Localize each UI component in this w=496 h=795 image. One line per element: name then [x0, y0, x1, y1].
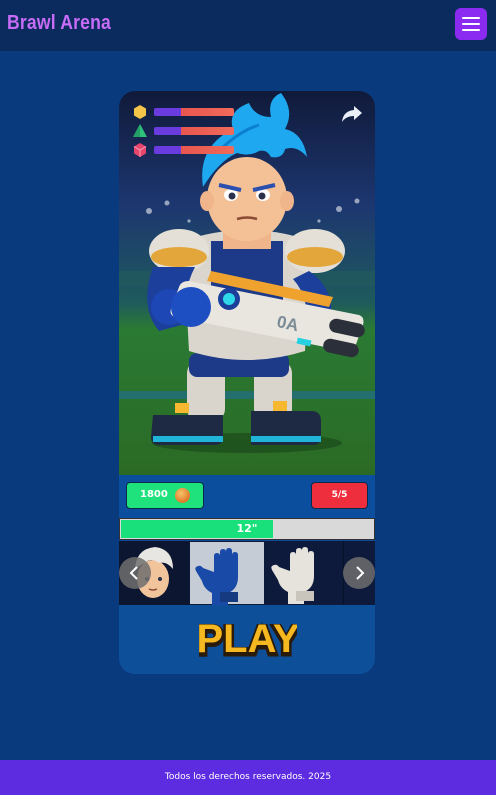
hamburger-menu-icon — [462, 17, 480, 19]
carousel-prev-button[interactable] — [119, 557, 151, 589]
blue-glove-icon — [195, 548, 238, 605]
brand-logo[interactable]: Brawl Arena — [7, 12, 111, 35]
carousel-next-button[interactable] — [343, 557, 375, 589]
play-button[interactable]: PLAY PLAY — [199, 615, 297, 664]
stat-bar-pink — [154, 146, 234, 154]
pink-cube-icon — [133, 143, 147, 157]
chevron-left-icon — [129, 566, 138, 580]
level-progress-bar: 12" — [119, 518, 375, 540]
hamburger-line — [462, 29, 480, 31]
character-card: 0A 1800 5/5 12" PLAY PLAY — [119, 91, 375, 674]
carousel-item-white-glove[interactable] — [266, 541, 342, 605]
coins-value: 1800 — [140, 489, 168, 500]
stat-bar-green — [154, 127, 234, 135]
level-progress-label: 12" — [236, 522, 258, 535]
hamburger-menu-button[interactable] — [455, 8, 487, 40]
green-pyramid-icon — [133, 124, 147, 137]
item-carousel — [119, 541, 375, 605]
share-arrow-icon[interactable] — [341, 105, 363, 123]
white-glove-icon — [271, 547, 314, 604]
coin-icon — [175, 488, 190, 503]
character-artwork: 0A — [119, 91, 375, 475]
carousel-item-blue-glove[interactable] — [189, 541, 265, 605]
footer-copyright: Todos los derechos reservados. 2025 — [164, 772, 332, 782]
top-navbar: Brawl Arena — [0, 0, 496, 51]
play-label: PLAY — [199, 617, 297, 661]
stat-bar-gold — [154, 108, 234, 116]
chevron-right-icon — [356, 566, 365, 580]
footer: Todos los derechos reservados. 2025 — [0, 760, 496, 795]
lives-badge: 5/5 — [311, 482, 368, 509]
coins-badge: 1800 — [126, 482, 204, 509]
play-area: PLAY PLAY — [119, 605, 375, 674]
gold-hexagon-icon — [134, 105, 146, 119]
hamburger-line — [462, 23, 480, 25]
